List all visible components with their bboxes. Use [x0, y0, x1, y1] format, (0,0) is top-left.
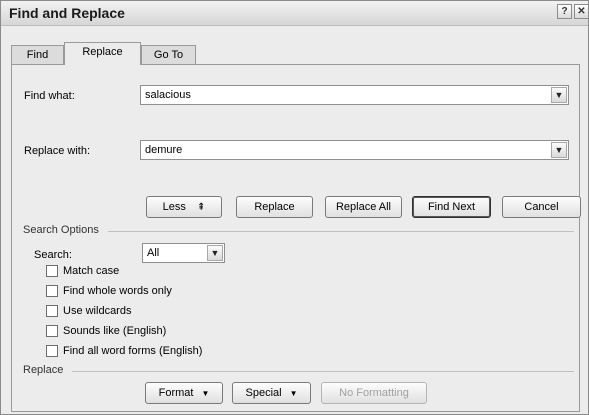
chevron-down-icon[interactable]: ▼: [551, 142, 567, 158]
replace-section-title: Replace: [23, 364, 68, 376]
search-options-title: Search Options: [23, 224, 103, 236]
replace-all-button[interactable]: Replace All: [325, 196, 402, 218]
checkbox-box[interactable]: [46, 285, 58, 297]
special-button[interactable]: Special ▼: [232, 382, 311, 404]
checkbox-label: Find all word forms (English): [63, 345, 203, 357]
find-next-button[interactable]: Find Next: [412, 196, 491, 218]
title-bar: Find and Replace ? ✕: [1, 1, 588, 26]
checkbox-box[interactable]: [46, 325, 58, 337]
less-button[interactable]: Less ⇞: [146, 196, 222, 218]
tab-go-to[interactable]: Go To: [141, 45, 196, 64]
search-direction-value: All: [147, 247, 160, 259]
no-formatting-button[interactable]: No Formatting: [321, 382, 427, 404]
tab-find[interactable]: Find: [11, 45, 64, 64]
replace-button[interactable]: Replace: [236, 196, 313, 218]
cancel-button[interactable]: Cancel: [502, 196, 581, 218]
tab-replace-label: Replace: [82, 46, 123, 58]
checkbox-box[interactable]: [46, 265, 58, 277]
format-button[interactable]: Format ▼: [145, 382, 223, 404]
search-direction-select[interactable]: All ▼: [142, 243, 225, 263]
find-what-field[interactable]: salacious ▼: [140, 85, 569, 105]
replace-with-value: demure: [145, 144, 183, 156]
find-what-label: Find what:: [24, 90, 75, 102]
checkbox-label: Match case: [63, 265, 120, 277]
checkbox-label: Use wildcards: [63, 305, 132, 317]
tab-go-to-label: Go To: [153, 49, 184, 61]
checkbox-label: Sounds like (English): [63, 325, 167, 337]
dialog-title: Find and Replace: [9, 5, 125, 21]
tab-replace[interactable]: Replace: [64, 42, 141, 65]
chevron-down-icon[interactable]: ▼: [551, 87, 567, 103]
replace-panel: Find what: salacious ▼ Replace with: dem…: [11, 64, 581, 412]
format-button-label: Format: [158, 387, 194, 399]
chevron-down-icon[interactable]: ▼: [207, 245, 223, 261]
find-what-value: salacious: [145, 89, 191, 101]
search-label: Search:: [34, 249, 72, 261]
find-replace-dialog: Find and Replace ? ✕ Find Replace Go To …: [0, 0, 589, 415]
replace-with-field[interactable]: demure ▼: [140, 140, 569, 160]
chevron-up-icon: ⇞: [196, 202, 206, 213]
less-button-label: Less: [162, 201, 186, 213]
checkbox-box[interactable]: [46, 345, 58, 357]
special-button-label: Special: [245, 387, 282, 399]
replace-with-label: Replace with:: [24, 145, 91, 157]
tab-find-label: Find: [26, 49, 49, 61]
dropdown-arrow-icon: ▼: [289, 389, 298, 398]
divider: [108, 231, 574, 232]
checkbox-box[interactable]: [46, 305, 58, 317]
dropdown-arrow-icon: ▼: [201, 389, 210, 398]
divider: [72, 371, 574, 372]
help-icon[interactable]: ?: [557, 4, 572, 19]
checkbox-label: Find whole words only: [63, 285, 172, 297]
close-icon[interactable]: ✕: [574, 4, 588, 19]
